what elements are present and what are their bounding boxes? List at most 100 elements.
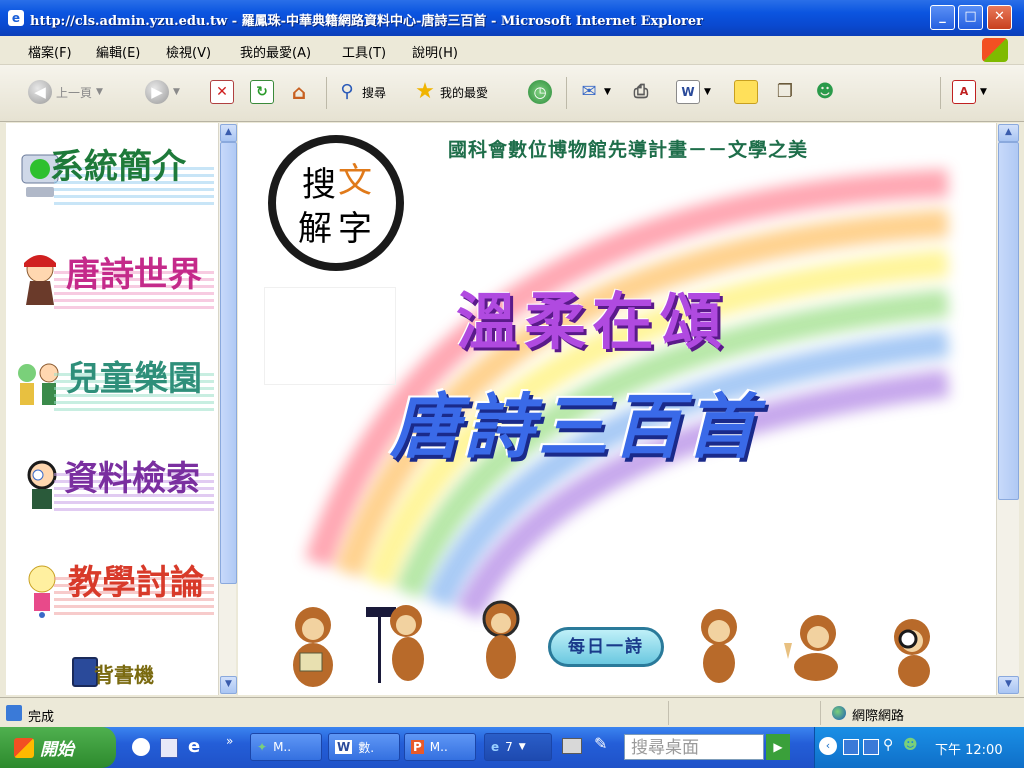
seal-logo: 搜 文 解 字: [268, 135, 404, 271]
back-label: 上一頁: [56, 85, 93, 100]
scroll-down-button[interactable]: ▼: [998, 676, 1019, 694]
dropdown-arrow-icon: ▼: [604, 87, 611, 97]
forward-arrow-icon: ▶: [145, 80, 169, 104]
sidebar-item-tang-poetry-world[interactable]: 唐詩世界: [14, 241, 214, 321]
menu-tools[interactable]: 工具(T): [342, 42, 386, 61]
monkey-magnifier-icon: [894, 619, 930, 687]
taskbar-item-label: 數.: [358, 740, 375, 755]
powerpoint-icon: P: [411, 740, 424, 754]
windows-logo-icon: [982, 38, 1008, 62]
taskbar-group-ie[interactable]: e 7 ▼: [484, 733, 552, 761]
desktop-search-input[interactable]: 搜尋桌面: [624, 734, 764, 760]
research-icon: ❐: [776, 81, 794, 102]
maximize-button[interactable]: □: [958, 5, 983, 30]
clock: 下午 12:00: [935, 743, 1003, 758]
quicklaunch-more-icon[interactable]: »: [226, 734, 233, 748]
ie-quicklaunch-icon[interactable]: e: [188, 736, 200, 757]
taskbar-item[interactable]: W 數.: [328, 733, 400, 761]
word-icon: W: [676, 80, 700, 104]
main-scrollbar[interactable]: ▲ ▼: [996, 123, 1019, 695]
history-button[interactable]: ◷: [528, 79, 552, 105]
monkey-reading-icon: [293, 607, 333, 687]
search-icon: ⚲: [340, 81, 354, 102]
start-button[interactable]: 開始: [0, 727, 116, 768]
edit-button[interactable]: W ▼: [676, 79, 711, 105]
menu-file[interactable]: 檔案(F): [28, 42, 72, 61]
minimize-button[interactable]: _: [930, 5, 955, 30]
logo-char: 字: [338, 209, 372, 249]
tray-expand-icon[interactable]: ‹: [819, 737, 837, 755]
forward-button[interactable]: ▶ ▼: [145, 79, 180, 105]
scroll-up-button[interactable]: ▲: [220, 124, 237, 142]
scroll-up-button[interactable]: ▲: [998, 124, 1019, 142]
sidebar-scrollbar[interactable]: ▲ ▼: [218, 123, 237, 695]
network-icon[interactable]: [843, 739, 859, 755]
sidebar-item-label: 兒童樂園: [66, 359, 202, 399]
print-button[interactable]: ⎙: [630, 79, 652, 105]
word-icon: W: [335, 740, 353, 754]
pdf-button[interactable]: A ▼: [952, 79, 987, 105]
favorites-button[interactable]: ★ 我的最愛: [414, 79, 488, 105]
taskbar-item[interactable]: ✦ M..: [250, 733, 322, 761]
back-button[interactable]: ◀ 上一頁 ▼: [28, 79, 103, 105]
pdf-icon: A: [952, 80, 976, 104]
window-title: http://cls.admin.yzu.edu.tw - 羅鳳珠-中華典籍網路…: [30, 14, 703, 29]
menu-help[interactable]: 說明(H): [412, 42, 458, 61]
status-divider: [668, 701, 669, 725]
note-icon: [734, 80, 758, 104]
sidebar-frame: 系統簡介 唐詩世界 兒童樂園 資料檢索 教學討論 背書機: [6, 123, 218, 695]
app-icon: ✦: [257, 740, 268, 754]
sidebar-item-data-search[interactable]: 資料檢索: [14, 443, 214, 523]
system-tray: ‹ ⚲ ☻ 下午 12:00: [814, 727, 1024, 768]
scrollbar-thumb[interactable]: [220, 142, 237, 584]
windows-flag-icon: [14, 737, 34, 758]
star-icon: ★: [415, 79, 435, 104]
main-title: 唐詩三百首: [390, 386, 760, 468]
sidebar-item-teaching-discussion[interactable]: 教學討論: [14, 547, 214, 627]
globe-icon: [832, 706, 846, 720]
search-label: 搜尋: [362, 85, 387, 100]
daily-poem-button[interactable]: 每日一詩: [548, 627, 664, 667]
home-button[interactable]: ⌂: [288, 79, 310, 105]
subtitle: 溫柔在頌: [456, 285, 729, 358]
messenger-tray-icon[interactable]: ☻: [903, 737, 918, 753]
show-desktop-icon[interactable]: [160, 738, 178, 758]
search-go-button[interactable]: ▶: [766, 734, 790, 760]
dropdown-arrow-icon: ▼: [704, 87, 711, 97]
messenger-button[interactable]: ☻: [814, 79, 836, 105]
research-button[interactable]: ❐: [774, 79, 796, 105]
scroll-down-button[interactable]: ▼: [220, 676, 237, 694]
search-button[interactable]: ⚲ 搜尋: [336, 79, 386, 105]
monkey-headphones-icon: [482, 600, 520, 679]
stop-button[interactable]: ✕: [210, 79, 234, 105]
start-label: 開始: [40, 740, 74, 760]
keyboard-icon[interactable]: [562, 738, 582, 754]
search-tray-icon[interactable]: ⚲: [883, 737, 893, 753]
history-icon: ◷: [528, 80, 552, 104]
main-frame: 國科會數位博物館先導計畫－－文學之美 搜 文 解 字 溫柔在頌 唐詩三百首 每日…: [238, 123, 996, 695]
sidebar-item-kids-park[interactable]: 兒童樂園: [14, 343, 214, 423]
scrollbar-thumb[interactable]: [998, 142, 1019, 500]
logo-char: 文: [338, 161, 372, 201]
media-player-icon[interactable]: [132, 738, 150, 756]
monkey-ice-cream-icon: [784, 615, 838, 681]
sidebar-item-label: 教學討論: [68, 563, 204, 603]
home-icon: ⌂: [291, 80, 307, 104]
mail-button[interactable]: ✉ ▼: [578, 79, 611, 105]
window-title-bar[interactable]: e http://cls.admin.yzu.edu.tw - 羅鳳珠-中華典籍…: [0, 0, 1024, 36]
menu-view[interactable]: 檢視(V): [166, 42, 211, 61]
network-icon[interactable]: [863, 739, 879, 755]
taskbar-item[interactable]: P M..: [404, 733, 476, 761]
dropdown-arrow-icon: ▼: [518, 742, 526, 752]
pen-icon[interactable]: ✎: [594, 734, 607, 753]
note-button[interactable]: [734, 79, 758, 105]
sidebar-item-label: 系統簡介: [50, 147, 186, 187]
sidebar-item-recitation-machine[interactable]: 背書機: [14, 649, 214, 695]
image-placeholder: [264, 287, 396, 385]
sidebar-item-system-intro[interactable]: 系統簡介: [14, 137, 214, 217]
menu-favorites[interactable]: 我的最愛(A): [240, 42, 311, 61]
monkey-telescope-icon: [366, 605, 424, 683]
menu-edit[interactable]: 編輯(E): [96, 42, 140, 61]
refresh-button[interactable]: ↻: [250, 79, 274, 105]
close-button[interactable]: ✕: [987, 5, 1012, 30]
